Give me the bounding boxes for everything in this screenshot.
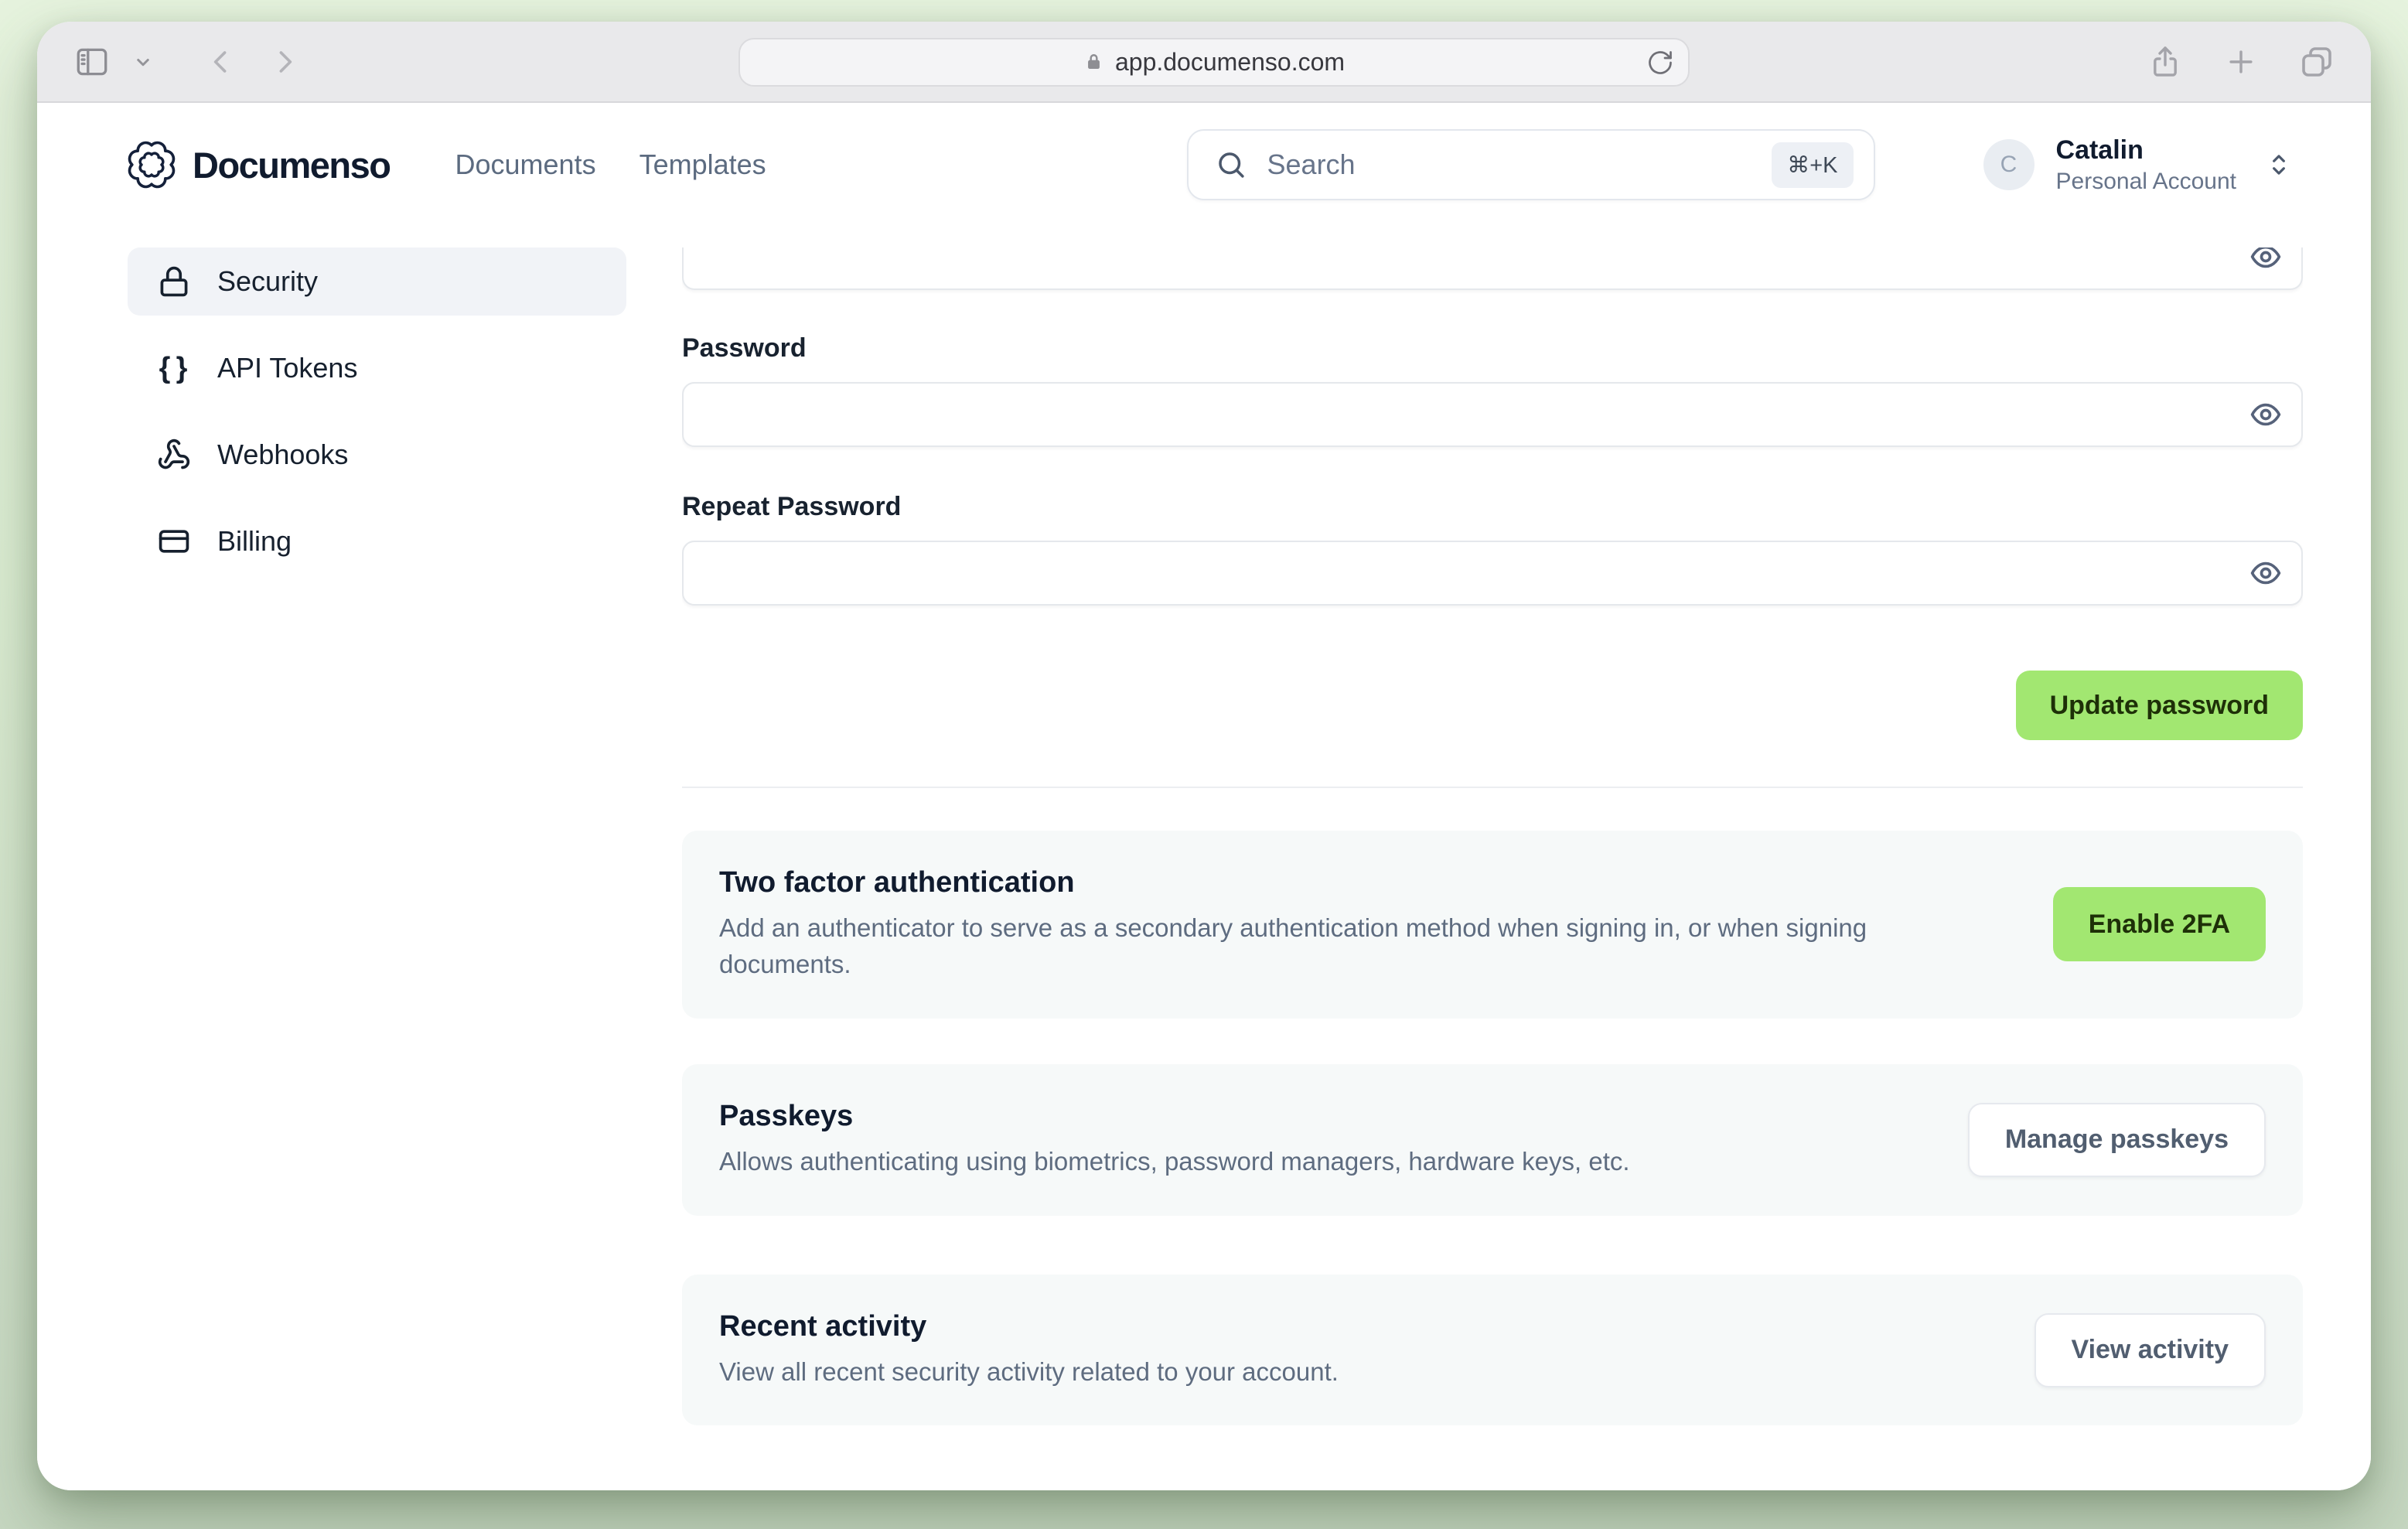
- app-header: Documenso Documents Templates ⌘+K C: [37, 103, 2371, 227]
- eye-icon[interactable]: [2249, 247, 2283, 274]
- eye-icon[interactable]: [2249, 398, 2283, 432]
- settings-layout: Security { } API Tokens Webhooks Billing…: [37, 227, 2371, 1490]
- search-box[interactable]: ⌘+K: [1186, 129, 1875, 200]
- tls-lock-icon: [1083, 52, 1104, 73]
- card-text: Recent activity View all recent security…: [719, 1310, 1988, 1391]
- password-label: Password: [682, 333, 807, 363]
- webhook-icon: [157, 438, 191, 472]
- nav-templates[interactable]: Templates: [618, 135, 788, 195]
- sidebar-item-label: Security: [217, 265, 319, 297]
- nav-documents[interactable]: Documents: [434, 135, 618, 195]
- current-password-field: [682, 247, 2303, 290]
- share-icon[interactable]: [2147, 43, 2184, 80]
- new-tab-icon[interactable]: [2224, 45, 2258, 79]
- brand-name: Documenso: [193, 144, 391, 186]
- sidebar-item-label: Webhooks: [217, 439, 349, 470]
- enable-2fa-button[interactable]: Enable 2FA: [2052, 887, 2266, 962]
- repeat-password-label: Repeat Password: [682, 492, 902, 521]
- section-divider: [682, 787, 2303, 788]
- password-input[interactable]: [684, 384, 2301, 445]
- sidebar-item-webhooks[interactable]: Webhooks: [128, 421, 626, 489]
- card-description: View all recent security activity relate…: [719, 1357, 1339, 1386]
- sidebar-item-label: Billing: [217, 525, 292, 557]
- tab-overview-icon[interactable]: [2298, 43, 2335, 80]
- account-name: Catalin: [2055, 135, 2144, 165]
- back-icon[interactable]: [204, 45, 238, 79]
- card-description: Allows authenticating using biometrics, …: [719, 1146, 1630, 1176]
- passkeys-card: Passkeys Allows authenticating using bio…: [682, 1063, 2303, 1216]
- forward-icon[interactable]: [268, 45, 302, 79]
- desktop-background: { "browser": { "url": "app.documenso.com…: [0, 0, 2408, 1529]
- card-title: Recent activity: [719, 1309, 927, 1343]
- braces-icon: { }: [159, 351, 189, 384]
- sidebar-item-billing[interactable]: Billing: [128, 507, 626, 575]
- address-bar[interactable]: app.documenso.com: [738, 38, 1690, 87]
- eye-icon[interactable]: [2249, 556, 2283, 590]
- main-nav: Documents Templates: [434, 135, 788, 195]
- current-password-input[interactable]: [684, 247, 2301, 288]
- toolbar-right-group: [2147, 43, 2335, 80]
- url-text: app.documenso.com: [1114, 48, 1346, 76]
- two-factor-card: Two factor authentication Add an authent…: [682, 831, 2303, 1019]
- toolbar-left-group: [73, 43, 302, 81]
- reload-icon[interactable]: [1646, 49, 1674, 77]
- account-text: Catalin Personal Account: [2056, 134, 2236, 196]
- password-field: [682, 382, 2303, 447]
- chevrons-up-down-icon: [2264, 150, 2294, 179]
- brand[interactable]: Documenso: [128, 141, 391, 189]
- credit-card-icon: [157, 524, 191, 558]
- toolbar-chevron-down-icon[interactable]: [131, 50, 155, 73]
- card-text: Passkeys Allows authenticating using bio…: [719, 1100, 1922, 1180]
- settings-sidebar: Security { } API Tokens Webhooks Billing: [128, 247, 626, 1490]
- card-text: Two factor authentication Add an authent…: [719, 866, 2007, 983]
- card-description: Add an authenticator to serve as a secon…: [719, 913, 1867, 978]
- search-icon: [1215, 148, 1247, 181]
- avatar: C: [1983, 139, 2035, 190]
- browser-window: app.documenso.com Documenso Documents Te…: [37, 22, 2371, 1490]
- search-input[interactable]: [1267, 148, 1752, 181]
- sidebar-toggle-icon[interactable]: [73, 43, 111, 81]
- lock-icon: [157, 265, 191, 299]
- sidebar-item-label: API Tokens: [217, 352, 358, 384]
- sidebar-item-api-tokens[interactable]: { } API Tokens: [128, 334, 626, 402]
- browser-toolbar: app.documenso.com: [37, 22, 2371, 103]
- search-shortcut-badge: ⌘+K: [1772, 142, 1854, 188]
- manage-passkeys-button[interactable]: Manage passkeys: [1967, 1102, 2266, 1177]
- repeat-password-input[interactable]: [684, 542, 2301, 604]
- app-content: Documenso Documents Templates ⌘+K C: [37, 103, 2371, 1490]
- sidebar-item-security[interactable]: Security: [128, 247, 626, 316]
- view-activity-button[interactable]: View activity: [2034, 1312, 2266, 1387]
- recent-activity-card: Recent activity View all recent security…: [682, 1274, 2303, 1426]
- security-settings-panel: Password Repeat Password Update password…: [682, 247, 2303, 1490]
- account-type: Personal Account: [2055, 168, 2236, 194]
- card-title: Passkeys: [719, 1099, 854, 1132]
- card-title: Two factor authentication: [719, 866, 1075, 899]
- repeat-password-field: [682, 541, 2303, 606]
- update-password-button[interactable]: Update password: [2015, 671, 2303, 740]
- documenso-logo-icon: [128, 141, 176, 189]
- account-menu[interactable]: C Catalin Personal Account: [1983, 134, 2294, 196]
- form-actions: Update password: [682, 671, 2303, 740]
